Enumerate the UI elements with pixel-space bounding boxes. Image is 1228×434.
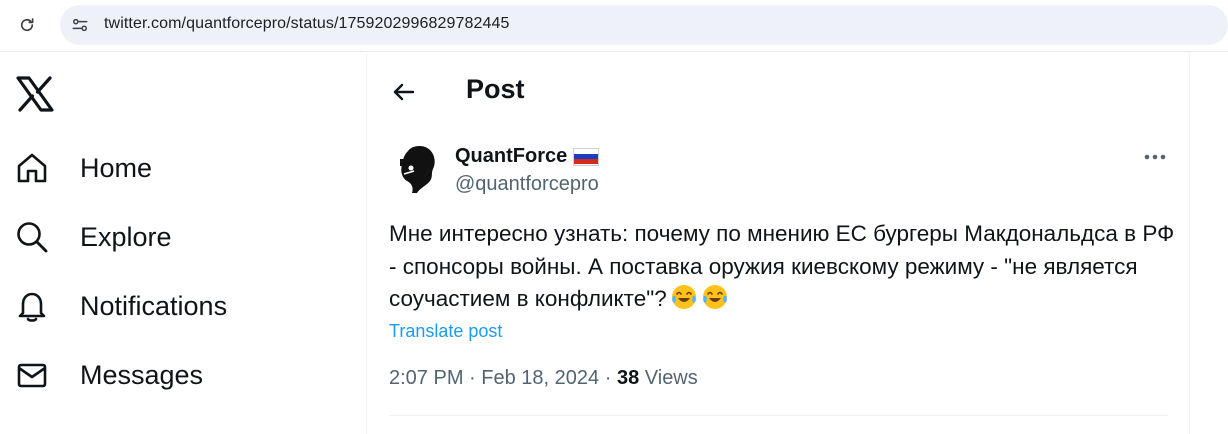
tweet-date[interactable]: Feb 18, 2024 [481,367,599,389]
column-divider-left [366,53,367,434]
page-title: Post [466,74,525,104]
meta-divider [389,415,1168,416]
column-divider-right [1189,53,1190,434]
x-logo-icon[interactable] [16,76,54,112]
nav-item-home[interactable]: Home [14,140,152,196]
author-name-row[interactable]: QuantForce [455,145,600,168]
home-icon [14,150,50,186]
author-name[interactable]: QuantForce [455,145,567,168]
bell-icon [14,288,50,324]
tears-of-joy-emoji-icon [701,283,729,311]
reload-icon [20,18,34,32]
url-text[interactable]: twitter.com/quantforcepro/status/1759202… [104,15,510,33]
tweet-time[interactable]: 2:07 PM [389,367,463,389]
tweet-text-content: Мне интересно узнать: почему по мнению Е… [389,221,1175,311]
tweet-meta: 2:07 PM · Feb 18, 2024 · 38 Views [389,367,698,390]
avatar[interactable] [390,141,444,195]
nav-item-notifications[interactable]: Notifications [14,278,227,334]
nav-item-messages[interactable]: Messages [14,347,203,403]
envelope-icon [14,357,50,393]
nav-item-partial-icon[interactable] [18,428,48,434]
tears-of-joy-emoji-icon [670,283,698,311]
nav-label-explore: Explore [80,221,172,252]
url-bar[interactable]: twitter.com/quantforcepro/status/1759202… [60,5,1228,45]
arrow-left-icon [393,83,415,101]
nav-label-messages: Messages [80,359,204,390]
back-button[interactable] [386,74,422,110]
nav-label-notifications: Notifications [80,290,228,321]
russia-flag-icon [573,147,600,166]
tweet-text: Мне интересно узнать: почему по мнению Е… [389,218,1179,316]
author-handle[interactable]: @quantforcepro [455,173,599,196]
reload-button[interactable] [12,10,42,40]
nav-item-explore[interactable]: Explore [14,209,172,265]
browser-address-bar: twitter.com/quantforcepro/status/1759202… [0,0,1228,52]
views-label: Views [644,367,698,389]
translate-post-link[interactable]: Translate post [389,321,502,342]
nav-label-home: Home [80,152,153,183]
site-info-icon[interactable] [69,14,91,36]
more-options-button[interactable] [1140,146,1170,168]
search-icon [14,219,50,255]
meta-separator: · [469,367,476,389]
meta-separator: · [604,367,612,389]
more-dots-icon [1144,154,1166,160]
views-count: 38 [616,367,640,389]
